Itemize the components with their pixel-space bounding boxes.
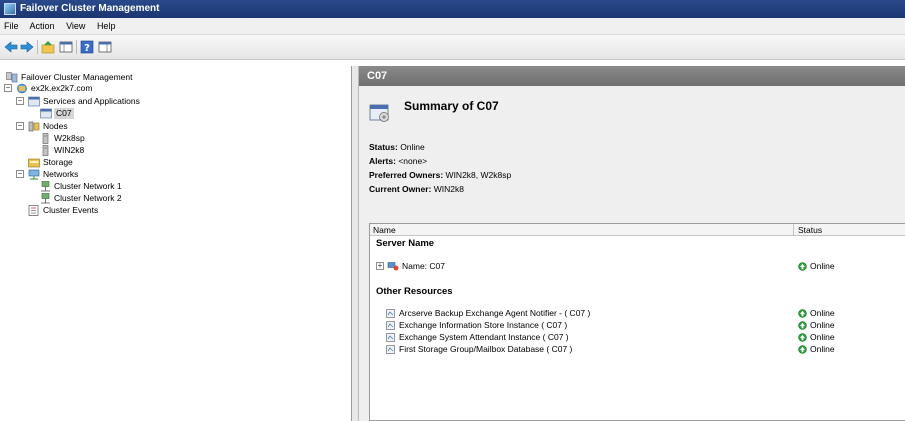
menu-action[interactable]: Action	[30, 21, 55, 31]
preferred-owners-property: Preferred Owners: WIN2k8, W2k8sp	[369, 170, 512, 180]
up-folder-icon[interactable]	[41, 40, 55, 54]
menu-file[interactable]: File	[4, 21, 19, 31]
resource-list: Name Status Server Name + Name: C07 Onli…	[369, 223, 905, 421]
results-pane: C07 Summary of C07 Status: Online Alerts…	[358, 66, 905, 421]
event-log-icon	[28, 205, 39, 216]
svg-text:?: ?	[84, 43, 90, 54]
forward-arrow-icon[interactable]	[20, 40, 34, 54]
column-header-status[interactable]: Status	[793, 224, 822, 236]
column-header-name[interactable]: Name	[373, 224, 396, 236]
action-pane-icon[interactable]	[98, 40, 112, 54]
window-title-bar: Failover Cluster Management	[0, 0, 905, 18]
summary-title: Summary of C07	[404, 99, 499, 113]
back-arrow-icon[interactable]	[4, 40, 18, 54]
network-icon	[41, 181, 50, 192]
cluster-icon	[17, 83, 27, 94]
table-row[interactable]: Exchange Information Store Instance ( C0…	[386, 320, 896, 331]
collapse-toggle[interactable]: −	[16, 122, 24, 130]
service-summary-icon	[369, 104, 389, 122]
storage-icon	[28, 158, 40, 168]
show-hide-tree-icon[interactable]	[59, 40, 73, 54]
alerts-property: Alerts: <none>	[369, 156, 428, 166]
cluster-management-icon	[6, 72, 18, 83]
menu-bar: File Action View Help	[0, 18, 905, 35]
help-icon[interactable]: ?	[80, 40, 94, 54]
window-title: Failover Cluster Management	[20, 3, 160, 14]
resource-icon	[386, 309, 395, 318]
list-header: Name Status	[370, 224, 905, 236]
status-property: Status: Online	[369, 142, 425, 152]
nodes-icon	[28, 121, 40, 132]
table-row[interactable]: Arcserve Backup Exchange Agent Notifier …	[386, 308, 896, 319]
current-owner-property: Current Owner: WIN2k8	[369, 184, 464, 194]
table-row[interactable]: + Name: C07 Online	[376, 261, 896, 272]
group-server-name: Server Name	[376, 238, 435, 249]
table-row[interactable]: Exchange System Attendant Instance ( C07…	[386, 332, 896, 343]
results-header: C07	[359, 66, 905, 86]
toolbar-separator	[76, 40, 77, 54]
server-node-icon	[42, 133, 49, 144]
online-status-icon	[798, 262, 807, 271]
online-status-icon	[798, 333, 807, 342]
resource-icon	[386, 321, 395, 330]
online-status-icon	[798, 309, 807, 318]
menu-view[interactable]: View	[66, 21, 85, 31]
expand-toggle[interactable]: +	[376, 262, 384, 270]
resource-icon	[386, 345, 395, 354]
menu-help[interactable]: Help	[97, 21, 116, 31]
services-icon	[28, 96, 40, 107]
network-name-icon	[387, 262, 399, 271]
network-icon	[41, 193, 50, 204]
collapse-toggle[interactable]: −	[16, 170, 24, 178]
toolbar: ?	[0, 35, 905, 60]
toolbar-separator	[37, 40, 38, 54]
collapse-toggle[interactable]: −	[4, 84, 12, 92]
collapse-toggle[interactable]: −	[16, 97, 24, 105]
server-node-icon	[42, 145, 49, 156]
networks-icon	[28, 169, 40, 180]
resource-icon	[386, 333, 395, 342]
online-status-icon	[798, 321, 807, 330]
table-row[interactable]: First Storage Group/Mailbox Database ( C…	[386, 344, 896, 355]
service-app-icon	[40, 108, 52, 119]
cluster-app-icon	[4, 3, 16, 15]
group-other-resources: Other Resources	[376, 286, 453, 297]
online-status-icon	[798, 345, 807, 354]
console-tree: Failover Cluster Management − ex2k.ex2k7…	[0, 66, 352, 421]
